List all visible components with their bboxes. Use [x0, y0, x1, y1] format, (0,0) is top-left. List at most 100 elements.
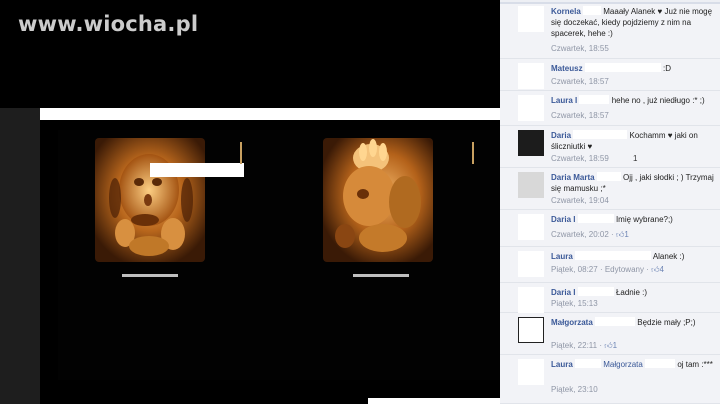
avatar[interactable]: [518, 63, 544, 89]
comment-meta: Czwartek, 18:59 1: [551, 154, 638, 163]
comment-time[interactable]: Czwartek, 20:02: [551, 230, 609, 239]
left-strip: [0, 108, 40, 404]
censor-bar: [577, 214, 614, 223]
comment-meta: Czwartek, 18:57: [551, 111, 609, 120]
comment-time[interactable]: Czwartek, 19:04: [551, 196, 609, 205]
censor-bar: [575, 359, 602, 368]
ultrasound-scan-1[interactable]: [58, 130, 290, 380]
censor-bar: [645, 359, 676, 368]
comment-text: Imię wybrane?;): [615, 215, 673, 224]
comment-time[interactable]: Piątek, 23:10: [551, 385, 598, 394]
comment-text: Będzie mały ;P;): [637, 318, 696, 327]
comment-meta: Piątek, 22:11 · 👍︎1: [551, 341, 617, 351]
censor-bar: [579, 95, 610, 104]
comment-author[interactable]: Daria: [551, 131, 571, 140]
white-bar: [40, 108, 500, 120]
avatar[interactable]: [518, 287, 544, 313]
photo-area: www.wiocha.pl: [0, 0, 500, 404]
ultrasound-image: [323, 138, 433, 262]
comment-body: Mateusz :D: [551, 63, 719, 74]
scale-bar: [353, 274, 409, 277]
comment-time[interactable]: Piątek, 22:11: [551, 341, 597, 350]
censor-bar: [596, 172, 621, 181]
comment: Laura Małgorzata oj tam :*** Piątek, 23:…: [500, 355, 720, 404]
censor-bar: [575, 251, 652, 260]
comment-text: Ładnie :): [615, 288, 648, 297]
censor-bar: [583, 6, 602, 15]
comment-body: Daria Marta Ojj , jaki słodki ; ) Trzyma…: [551, 172, 719, 194]
avatar[interactable]: [518, 317, 544, 343]
orientation-marker: [472, 142, 474, 164]
comment-time[interactable]: Piątek, 08:27: [551, 265, 598, 274]
comment-meta: Piątek, 23:10: [551, 385, 598, 394]
comment: Małgorzata Będzie mały ;P;) Piątek, 22:1…: [500, 313, 720, 355]
comment-author[interactable]: Laura: [551, 252, 573, 261]
avatar[interactable]: [518, 172, 544, 198]
comment-text: oj tam :***: [677, 360, 713, 369]
like-count[interactable]: 1: [613, 341, 617, 350]
ultrasound-image: [95, 138, 205, 262]
avatar[interactable]: [518, 6, 544, 32]
comment-body: Laura I hehe no , już niedługo :* ;): [551, 95, 719, 106]
comment-time[interactable]: Czwartek, 18:59: [551, 154, 609, 163]
comment: Daria I Imię wybrane?;) Czwartek, 20:02 …: [500, 210, 720, 247]
censor-bar: [595, 317, 636, 326]
comment-extra: 1: [633, 154, 638, 163]
comment-time[interactable]: Czwartek, 18:57: [551, 77, 609, 86]
comment-text: hehe no , już niedługo :* ;): [611, 96, 705, 105]
comment: Daria Marta Ojj , jaki słodki ; ) Trzyma…: [500, 168, 720, 210]
edited-label[interactable]: Edytowany: [605, 265, 644, 274]
ultrasound-scan-2[interactable]: [290, 130, 500, 380]
comment-meta: Czwartek, 18:55: [551, 44, 609, 53]
comment-time[interactable]: Czwartek, 18:57: [551, 111, 609, 120]
comment: Laura Alanek :) Piątek, 08:27 · Edytowan…: [500, 247, 720, 283]
comment-meta: Piątek, 15:13: [551, 299, 598, 308]
comment-author[interactable]: Małgorzata: [551, 318, 593, 327]
comment: Laura I hehe no , już niedługo :* ;) Czw…: [500, 91, 720, 126]
orientation-marker: [240, 142, 242, 164]
comment-author[interactable]: Laura: [551, 360, 573, 369]
like-icon[interactable]: 👍︎: [604, 341, 612, 350]
like-count[interactable]: 4: [659, 265, 663, 274]
comment-body: Laura Alanek :): [551, 251, 719, 262]
comment-body: Daria I Imię wybrane?;): [551, 214, 719, 225]
avatar[interactable]: [518, 251, 544, 277]
comment: Daria I Ładnie :) Piątek, 15:13: [500, 283, 720, 313]
comment-body: Małgorzata Będzie mały ;P;): [551, 317, 719, 328]
watermark: www.wiocha.pl: [18, 12, 199, 36]
comment-author[interactable]: Daria Marta: [551, 173, 595, 182]
comment-time[interactable]: Piątek, 15:13: [551, 299, 598, 308]
comment: Daria Kochamm ♥ jaki on śliczniutki ♥ Cz…: [500, 126, 720, 168]
comment-author[interactable]: Mateusz: [551, 64, 583, 73]
comment-mention[interactable]: Małgorzata: [603, 360, 643, 369]
like-count[interactable]: 1: [624, 230, 628, 239]
comment-body: Daria I Ładnie :): [551, 287, 719, 298]
avatar[interactable]: [518, 359, 544, 385]
comment-meta: Czwartek, 20:02 · 👍︎1: [551, 230, 629, 240]
comment-body: Kornela Maaały Alanek ♥ Już nie mogę się…: [551, 6, 719, 39]
avatar[interactable]: [518, 214, 544, 240]
comment: Mateusz :D Czwartek, 18:57: [500, 59, 720, 91]
scale-bar: [122, 274, 178, 277]
avatar[interactable]: [518, 130, 544, 156]
comment-meta: Piątek, 08:27 · Edytowany · 👍︎4: [551, 265, 664, 275]
comment-body: Laura Małgorzata oj tam :***: [551, 359, 719, 370]
comment-author[interactable]: Daria I: [551, 215, 575, 224]
avatar[interactable]: [518, 95, 544, 121]
comment: Kornela Maaały Alanek ♥ Już nie mogę się…: [500, 2, 720, 59]
comment-author[interactable]: Kornela: [551, 7, 581, 16]
censor-bar: [150, 163, 244, 177]
comment-text: Alanek :): [652, 252, 685, 261]
bottom-line: [368, 398, 500, 404]
comment-meta: Czwartek, 19:04: [551, 196, 609, 205]
comment-author[interactable]: Daria I: [551, 288, 575, 297]
censor-bar: [577, 287, 614, 296]
comment-top-border: [500, 2, 720, 4]
comment-text: :D: [663, 64, 672, 73]
comment-author[interactable]: Laura I: [551, 96, 577, 105]
comment-meta: Czwartek, 18:57: [551, 77, 609, 86]
comment-time[interactable]: Czwartek, 18:55: [551, 44, 609, 53]
comment-body: Daria Kochamm ♥ jaki on śliczniutki ♥: [551, 130, 719, 152]
censor-bar: [584, 63, 661, 72]
comments-panel: Kornela Maaały Alanek ♥ Już nie mogę się…: [500, 0, 720, 404]
